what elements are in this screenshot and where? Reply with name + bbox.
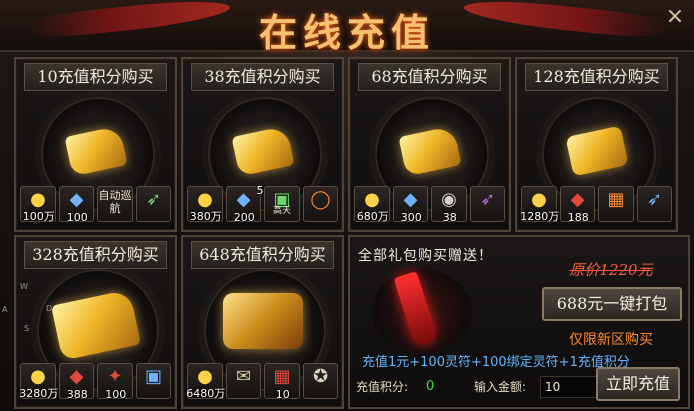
reward-item[interactable]: ● 680万 bbox=[354, 186, 390, 223]
reward-item[interactable]: ● 380万 bbox=[187, 186, 223, 223]
page-title: 在线充值 bbox=[258, 10, 435, 55]
blue-gem-icon: ◆ bbox=[403, 189, 418, 210]
reward-item[interactable]: ◆ 300 bbox=[392, 186, 428, 224]
bundle-buy-button[interactable]: 688元一键打包 bbox=[542, 287, 682, 321]
package-card-38[interactable]: 38充值积分购买 ● 380万 ◆ 200 ▣ 高天 5 ◯ bbox=[181, 57, 344, 232]
close-button[interactable]: × bbox=[664, 6, 686, 28]
reward-item[interactable]: ● 100万 bbox=[20, 186, 56, 223]
reward-item[interactable]: ✪ bbox=[302, 363, 338, 399]
reward-item[interactable]: ◉ 38 bbox=[431, 186, 467, 224]
package-title: 128充值积分购买 bbox=[525, 63, 668, 91]
reward-item[interactable]: ▣ bbox=[135, 363, 171, 399]
silver-orb-icon: ◉ bbox=[441, 189, 457, 210]
reward-items: ● 680万 ◆ 300 ◉ 38 ➶ bbox=[354, 186, 505, 226]
recharge-window: 在线充值 × 10充值积分购买 ● 100万 ◆ 100 自动巡航 ➶ 38充值积分… bbox=[0, 0, 694, 411]
reward-item[interactable]: ● 3280万 bbox=[19, 363, 58, 400]
package-card-68[interactable]: 68充值积分购买 ● 680万 ◆ 300 ◉ 38 ➶ bbox=[348, 57, 511, 232]
amount-label: 输入金额: bbox=[474, 380, 527, 394]
red-chest-icon: ▦ bbox=[273, 366, 291, 387]
reward-item[interactable]: 自动巡航 bbox=[97, 186, 133, 222]
blue-blade-icon: ➶ bbox=[646, 189, 663, 210]
fire-ring-icon: ◯ bbox=[310, 189, 331, 210]
armor-icon: ✪ bbox=[312, 366, 329, 387]
points-value: 0 bbox=[426, 379, 435, 394]
reward-item[interactable]: ● 6480万 bbox=[186, 363, 225, 400]
scroll-icon: ✉ bbox=[235, 366, 252, 387]
package-title: 68充值积分购买 bbox=[358, 63, 501, 91]
reward-item[interactable]: ● 1280万 bbox=[520, 186, 559, 223]
package-card-648[interactable]: 648充值积分购买 ● 6480万 ✉ ▦ 10 ✪ bbox=[181, 235, 344, 409]
reward-item[interactable]: ▦ 10 bbox=[264, 363, 300, 401]
red-crystal-icon: ◆ bbox=[570, 189, 585, 210]
side-letter: D bbox=[46, 304, 53, 313]
recharge-now-button[interactable]: 立即充值 bbox=[596, 367, 680, 401]
gift-bundle-panel: 全部礼包购买赠送！ 原价1220元 688元一键打包 仅限新区购买 充值1元+1… bbox=[348, 235, 690, 409]
reward-item[interactable]: ➶ bbox=[469, 186, 505, 222]
reward-item[interactable]: ◆ 100 bbox=[58, 186, 94, 224]
reward-items: ● 1280万 ◆ 188 ▦ ➶ bbox=[520, 186, 672, 226]
reward-items: ● 380万 ◆ 200 ▣ 高天 5 ◯ bbox=[187, 184, 338, 226]
package-title: 38充值积分购买 bbox=[191, 63, 334, 91]
reward-item[interactable]: ➶ bbox=[135, 186, 171, 222]
points-label: 充值积分: bbox=[356, 380, 409, 394]
reward-items: ● 100万 ◆ 100 自动巡航 ➶ bbox=[20, 186, 171, 226]
red-crystal-icon: ◆ bbox=[69, 366, 84, 387]
green-arrow-icon: ➶ bbox=[145, 189, 162, 210]
gift-title: 全部礼包购买赠送！ bbox=[358, 248, 493, 264]
recharge-row: 充值积分: 0 输入金额: 10 立即充值 bbox=[356, 367, 682, 401]
side-letter: A bbox=[2, 305, 8, 314]
auto-cruise-icon: 自动巡航 bbox=[98, 189, 132, 215]
package-title: 648充值积分购买 bbox=[191, 241, 334, 269]
package-card-328[interactable]: 328充值积分购买 ● 3280万 ◆ 388 ✦ 100 ▣ bbox=[14, 235, 177, 409]
side-letter: W bbox=[20, 282, 28, 291]
treasure-chest-icon bbox=[222, 293, 303, 349]
reward-item[interactable]: ◯ bbox=[302, 186, 338, 222]
amount-input[interactable]: 10 bbox=[540, 376, 598, 398]
reward-item[interactable]: ✦ 100 bbox=[97, 363, 133, 401]
reward-item[interactable]: ▣ 高天 5 bbox=[257, 184, 300, 222]
reward-items: ● 3280万 ◆ 388 ✦ 100 ▣ bbox=[19, 363, 171, 403]
reward-items: ● 6480万 ✉ ▦ 10 ✪ bbox=[186, 363, 338, 403]
package-title: 10充值积分购买 bbox=[24, 63, 167, 91]
package-card-10[interactable]: 10充值积分购买 ● 100万 ◆ 100 自动巡航 ➶ bbox=[14, 57, 177, 232]
treasure-box-icon: ▦ bbox=[607, 189, 625, 210]
red-scroll-icon: ✦ bbox=[107, 366, 123, 387]
reward-item[interactable]: ◆ 188 bbox=[559, 186, 595, 224]
purple-blade-icon: ➶ bbox=[479, 189, 496, 210]
blue-gem-icon: ◆ bbox=[69, 189, 84, 210]
blue-book-icon: ▣ bbox=[144, 366, 162, 387]
reward-item[interactable]: ✉ bbox=[225, 363, 261, 399]
package-title: 328充值积分购买 bbox=[24, 241, 167, 269]
reward-item[interactable]: ▦ bbox=[598, 186, 634, 222]
new-server-only-label: 仅限新区购买 bbox=[569, 332, 653, 348]
reward-item[interactable]: ➶ bbox=[636, 186, 672, 222]
original-price: 原价1220元 bbox=[569, 261, 653, 279]
reward-item[interactable]: ◆ 388 bbox=[58, 363, 94, 401]
side-letter: S bbox=[24, 324, 30, 333]
package-card-128[interactable]: 128充值积分购买 ● 1280万 ◆ 188 ▦ ➶ bbox=[515, 57, 678, 232]
